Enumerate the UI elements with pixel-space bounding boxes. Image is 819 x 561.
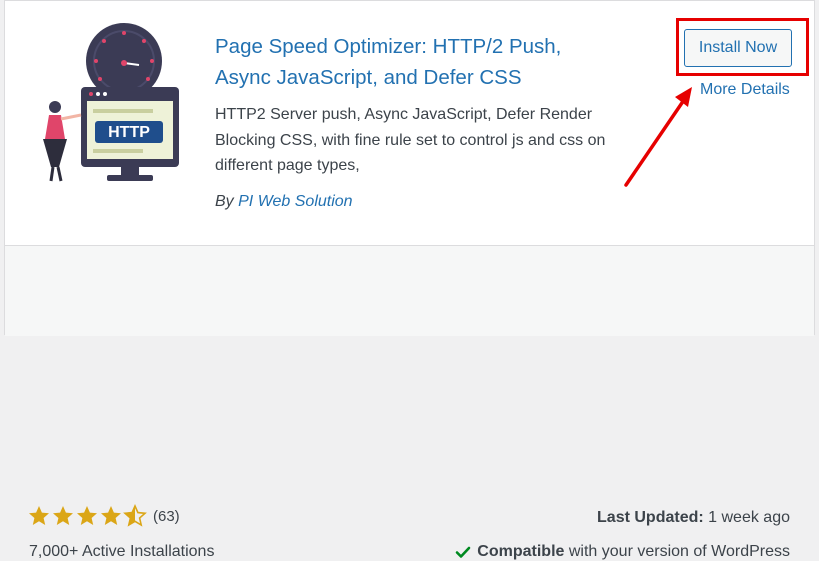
checkmark-icon [455, 546, 471, 558]
annotation-arrow-icon [624, 87, 692, 187]
star-full-icon [101, 506, 121, 525]
last-updated: Last Updated: 1 week ago [597, 509, 790, 527]
last-updated-value: 1 week ago [708, 509, 790, 526]
plugin-author: By PI Web Solution [215, 193, 353, 211]
compatibility-status: Compatible with your version of WordPres… [455, 543, 790, 561]
star-half-icon [123, 504, 147, 527]
star-full-icon [53, 506, 73, 525]
last-updated-label: Last Updated: [597, 509, 704, 526]
http-speed-illustration-icon[interactable]: HTTP [21, 17, 187, 183]
star-full-icon [29, 506, 49, 525]
plugin-card: HTTP Page Speed Optimizer: HTTP/2 Push, … [4, 0, 815, 560]
more-details-link[interactable]: More Details [700, 81, 790, 99]
compatible-text: with your version of WordPress [568, 543, 790, 560]
plugin-card-top: HTTP Page Speed Optimizer: HTTP/2 Push, … [5, 1, 814, 245]
star-full-icon [77, 506, 97, 525]
plugin-title-link[interactable]: Page Speed Optimizer: HTTP/2 Push, Async… [215, 31, 615, 93]
compatible-label: Compatible [477, 543, 565, 560]
active-installs: 7,000+ Active Installations [29, 543, 215, 560]
install-now-button[interactable]: Install Now [684, 29, 792, 67]
plugin-description: HTTP2 Server push, Async JavaScript, Def… [215, 106, 606, 174]
icon-http-text: HTTP [108, 124, 150, 141]
plugin-card-bottom: (63) 7,000+ Active Installations Last Up… [5, 245, 814, 560]
author-link[interactable]: PI Web Solution [238, 193, 352, 210]
rating-count: (63) [153, 507, 180, 525]
star-rating: (63) [27, 504, 180, 528]
author-prefix: By [215, 193, 234, 210]
